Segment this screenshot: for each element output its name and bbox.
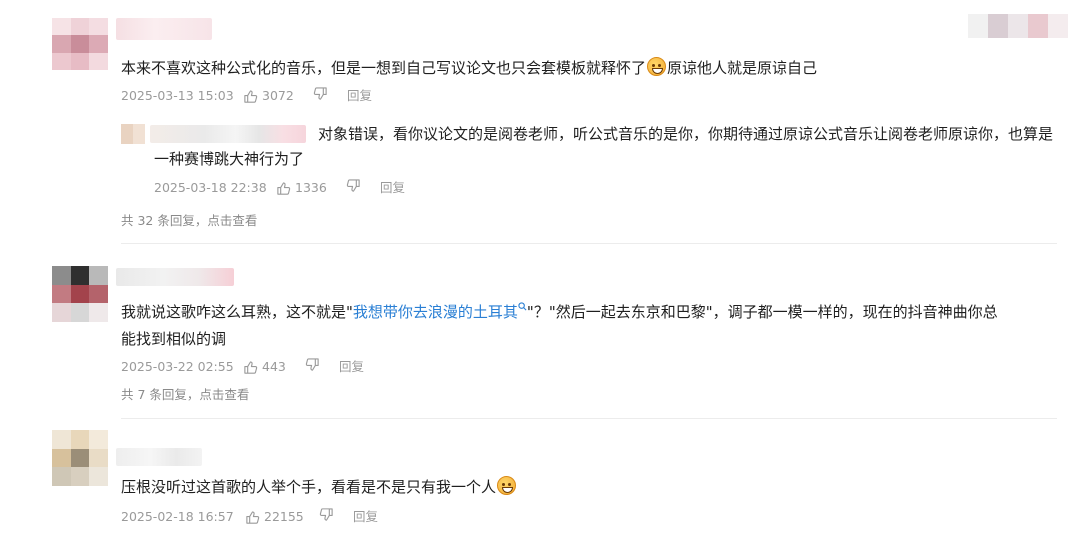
like-button[interactable]: 22155 [245,507,304,527]
comment-text: 我就说这歌咋这么耳熟，这不就是"我想带你去浪漫的土耳其 "？"然后一起去东京和巴黎… [121,299,998,325]
divider [121,243,1057,244]
reply-button[interactable]: 回复 [347,86,372,106]
comment-meta: 2025-02-18 16:57 22155 回复 [121,507,441,527]
song-link[interactable]: 我想带你去浪漫的土耳其 [353,303,518,321]
comment-text-part: 原谅他人就是原谅自己 [667,59,818,77]
thumbs-up-icon [244,360,258,374]
comment-text: 能找到相似的调 [121,326,226,352]
reply-button[interactable]: 回复 [339,357,364,377]
comment-text-part: 压根没听过这首歌的人举个手，看看是不是只有我一个人 [121,478,497,496]
thumbs-down-icon [313,87,327,100]
like-count: 22155 [264,509,304,524]
reply-text-line: 对象错误，看你议论文的是阅卷老师，听公式音乐的是你，你期待通过原谅公式音乐让阅卷… [318,125,1054,143]
reply-text: 对象错误，看你议论文的是阅卷老师，听公式音乐的是你，你期待通过原谅公式音乐让阅卷… [318,121,1053,147]
search-icon[interactable] [518,302,527,311]
username[interactable] [116,18,212,40]
comment-text: 压根没听过这首歌的人举个手，看看是不是只有我一个人 [121,474,517,500]
username[interactable] [116,268,234,286]
avatar[interactable] [968,14,1068,38]
avatar[interactable] [52,266,108,322]
comment-date: 2025-03-13 15:03 [121,88,234,103]
like-button[interactable]: 443 [243,357,286,377]
like-button[interactable]: 3072 [243,86,294,106]
username[interactable] [116,448,202,466]
thumbs-up-icon [246,510,260,524]
comment-text: 本来不喜欢这种公式化的音乐，但是一想到自己写议论文也只会套模板就释怀了 原谅他人就… [121,55,817,81]
reply-date: 2025-03-18 22:38 [154,180,267,195]
thumbs-down-icon [319,508,333,521]
dislike-button[interactable] [346,178,361,193]
comment-text-line: 能找到相似的调 [121,330,227,348]
avatar[interactable] [52,18,108,70]
comment-date: 2025-03-22 02:55 [121,359,234,374]
reply-avatar[interactable] [121,124,145,144]
dislike-button[interactable] [313,86,328,101]
grinning-face-emoji [647,57,667,76]
like-count: 443 [262,359,286,374]
like-button[interactable]: 1336 [276,178,327,198]
thumbs-up-icon [244,89,258,103]
thumbs-up-icon [277,181,291,195]
comment-text-part: "？"然后一起去东京和巴黎"，调子都一模一样的，现在的抖音神曲你总 [526,303,998,321]
thumbs-down-icon [346,179,360,192]
reply-text-line: 一种赛博跳大神行为了 [154,150,305,168]
comment-meta: 2025-03-13 15:03 3072 回复 [121,86,421,106]
dislike-button[interactable] [319,507,334,522]
view-replies-link[interactable]: 共 32 条回复，点击查看 [121,210,257,229]
thumbs-down-icon [305,358,319,371]
divider [121,418,1057,419]
view-replies-link[interactable]: 共 7 条回复，点击查看 [121,384,249,403]
reply-text: 一种赛博跳大神行为了 [154,146,304,172]
dislike-button[interactable] [305,357,320,372]
like-count: 1336 [295,180,327,195]
reply-button[interactable]: 回复 [380,178,405,198]
avatar[interactable] [52,430,108,486]
reply-username[interactable] [150,125,306,143]
reply-meta: 2025-03-18 22:38 1336 回复 [154,178,454,198]
comment-meta: 2025-03-22 02:55 443 回复 [121,357,421,377]
reply-button[interactable]: 回复 [353,507,378,527]
comment-text-part: 本来不喜欢这种公式化的音乐，但是一想到自己写议论文也只会套模板就释怀了 [121,59,647,77]
comment-date: 2025-02-18 16:57 [121,509,234,524]
laughing-face-emoji [497,476,517,495]
comment-text-part: 我就说这歌咋这么耳熟，这不就是" [121,303,353,321]
like-count: 3072 [262,88,294,103]
